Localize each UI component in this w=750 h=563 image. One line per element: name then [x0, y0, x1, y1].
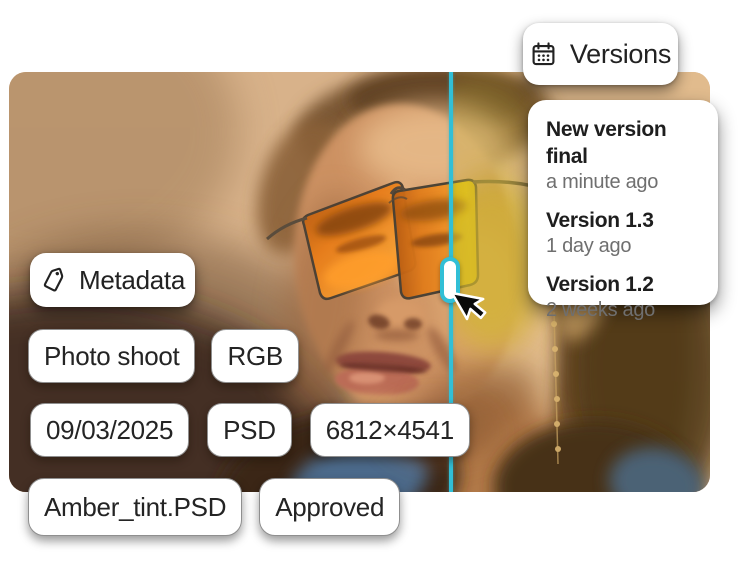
- screenshot-canvas: Versions New version final a minute ago …: [0, 0, 750, 563]
- chip-label: RGB: [227, 341, 282, 372]
- mouse-pointer-icon: [448, 290, 490, 338]
- metadata-chip: RGB: [211, 329, 298, 383]
- metadata-chip: PSD: [207, 403, 292, 457]
- version-item[interactable]: New version final a minute ago: [546, 116, 708, 194]
- metadata-chip: Approved: [259, 478, 400, 536]
- versions-button-label: Versions: [570, 39, 671, 70]
- chip-label: Amber_tint.PSD: [44, 492, 226, 523]
- versions-button[interactable]: Versions: [523, 23, 678, 85]
- metadata-chip-row-1: Photo shoot RGB: [28, 329, 299, 383]
- metadata-button[interactable]: Metadata: [30, 253, 195, 307]
- metadata-chip-row-3: Amber_tint.PSD Approved: [28, 478, 400, 536]
- tag-icon: [40, 267, 67, 294]
- chip-label: 6812×4541: [326, 415, 454, 446]
- metadata-chip-row-2: 09/03/2025 PSD 6812×4541: [30, 403, 470, 457]
- calendar-icon: [530, 41, 557, 68]
- versions-panel: New version final a minute ago Version 1…: [528, 100, 718, 305]
- version-time: 2 weeks ago: [546, 298, 708, 322]
- chip-label: 09/03/2025: [46, 415, 173, 446]
- metadata-chip: Photo shoot: [28, 329, 195, 383]
- metadata-button-label: Metadata: [79, 265, 185, 296]
- version-item[interactable]: Version 1.3 1 day ago: [546, 207, 708, 258]
- metadata-chip: 6812×4541: [310, 403, 470, 457]
- version-item[interactable]: Version 1.2 2 weeks ago: [546, 271, 708, 322]
- version-name: Version 1.2: [546, 271, 708, 298]
- chip-label: Approved: [275, 492, 384, 523]
- metadata-chip: Amber_tint.PSD: [28, 478, 242, 536]
- version-time: 1 day ago: [546, 234, 708, 258]
- version-name: New version final: [546, 116, 708, 170]
- chip-label: PSD: [223, 415, 276, 446]
- version-time: a minute ago: [546, 170, 708, 194]
- version-name: Version 1.3: [546, 207, 708, 234]
- metadata-chip: 09/03/2025: [30, 403, 189, 457]
- chip-label: Photo shoot: [44, 341, 179, 372]
